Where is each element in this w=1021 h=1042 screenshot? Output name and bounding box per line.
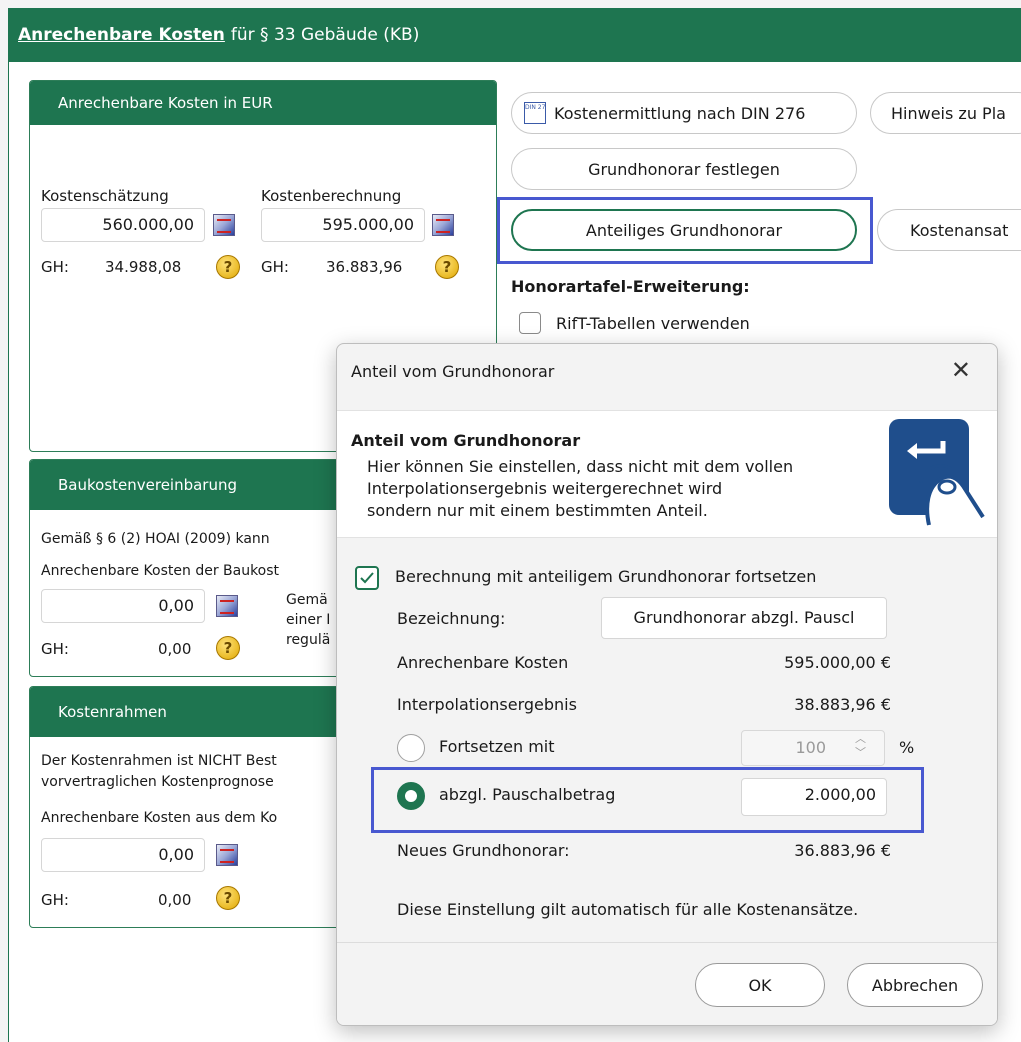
gh-value: 0,00: [158, 640, 192, 658]
spinner-icon[interactable]: ︿ ﹀: [855, 732, 866, 760]
enter-touch-icon: [889, 419, 985, 526]
rift-checkbox[interactable]: [519, 312, 541, 334]
continue-label: Berechnung mit anteiligem Grundhonorar f…: [395, 567, 817, 586]
calculator-icon[interactable]: [432, 214, 454, 236]
dialog-header-title: Anteil vom Grundhonorar: [351, 431, 581, 450]
agreement-note: einer I: [286, 612, 331, 628]
percent-unit: %: [899, 738, 915, 757]
help-icon[interactable]: ?: [216, 255, 240, 279]
set-base-fee-button[interactable]: Grundhonorar festlegen: [511, 148, 857, 190]
eligible-costs-value: 595.000,00 €: [784, 653, 891, 672]
gh-label: GH:: [261, 258, 289, 276]
gh-value: 0,00: [158, 891, 192, 909]
agreement-text: Gemäß § 6 (2) HOAI (2009) kann: [41, 531, 270, 547]
dialog-header: Anteil vom Grundhonorar Hier können Sie …: [337, 410, 997, 538]
calculator-icon[interactable]: [213, 214, 235, 236]
eligible-costs-label: Anrechenbare Kosten: [397, 653, 569, 672]
din276-icon: DIN 276: [524, 102, 546, 124]
dialog-header-text: sondern nur mit einem bestimmten Anteil.: [367, 501, 708, 520]
cost-items-button[interactable]: Kostenansat: [877, 209, 1021, 251]
help-icon[interactable]: ?: [435, 255, 459, 279]
help-icon[interactable]: ?: [216, 886, 240, 910]
estimate-label: Kostenschätzung: [41, 187, 169, 205]
frame-input[interactable]: 0,00: [41, 838, 205, 872]
calculation-input[interactable]: 595.000,00: [261, 208, 425, 242]
agreement-note: Gemä: [286, 592, 328, 608]
din276-button[interactable]: DIN 276 Kostenermittlung nach DIN 276: [511, 92, 857, 134]
costs-panel-heading: Anrechenbare Kosten in EUR: [30, 81, 496, 125]
frame-text: Der Kostenrahmen ist NICHT Best: [41, 753, 277, 769]
title-text: für § 33 Gebäude (KB): [230, 25, 420, 45]
designation-label: Bezeichnung:: [397, 609, 506, 628]
frame-text: vorvertraglichen Kostenprognose: [41, 774, 274, 790]
highlight-box: [497, 197, 873, 264]
title-bar: Anrechenbare Kosten für § 33 Gebäude (KB…: [8, 8, 1021, 62]
estimate-input[interactable]: 560.000,00: [41, 208, 205, 242]
cancel-button[interactable]: Abbrechen: [847, 963, 983, 1007]
gh-label: GH:: [41, 891, 69, 909]
hint-button[interactable]: Hinweis zu Pla: [870, 92, 1021, 134]
agreement-input[interactable]: 0,00: [41, 589, 205, 623]
dialog-header-text: Interpolationsergebnis weitergerechnet w…: [367, 479, 723, 498]
agreement-note: regulä: [286, 632, 331, 648]
din276-label: Kostenermittlung nach DIN 276: [554, 103, 806, 123]
highlight-box: [371, 767, 924, 833]
agreement-panel-heading: Baukostenvereinbarung: [30, 460, 348, 510]
dialog-footer: OK Abbrechen: [337, 942, 997, 1025]
partial-fee-dialog: Anteil vom Grundhonorar ✕ Anteil vom Gru…: [336, 343, 998, 1026]
ok-button[interactable]: OK: [695, 963, 825, 1007]
frame-text: Anrechenbare Kosten aus dem Ko: [41, 810, 278, 826]
continue-with-radio[interactable]: [397, 734, 425, 762]
continue-with-label: Fortsetzen mit: [439, 737, 555, 756]
help-icon[interactable]: ?: [216, 636, 240, 660]
gh-label: GH:: [41, 640, 69, 658]
dialog-header-text: Hier können Sie einstellen, dass nicht m…: [367, 457, 794, 476]
gh-label: GH:: [41, 258, 69, 276]
check-icon: [360, 572, 374, 584]
calculator-icon[interactable]: [216, 844, 238, 866]
note-text: Diese Einstellung gilt automatisch für a…: [397, 900, 859, 919]
new-fee-value: 36.883,96 €: [794, 841, 891, 860]
gh-value: 34.988,08: [105, 258, 182, 276]
dialog-title: Anteil vom Grundhonorar: [351, 362, 555, 381]
interpolation-label: Interpolationsergebnis: [397, 695, 577, 714]
interpolation-value: 38.883,96 €: [794, 695, 891, 714]
gh-value: 36.883,96: [326, 258, 403, 276]
agreement-text: Anrechenbare Kosten der Baukost: [41, 563, 280, 579]
title-link[interactable]: Anrechenbare Kosten: [18, 25, 225, 45]
calculation-label: Kostenberechnung: [261, 187, 402, 205]
rift-label: RifT-Tabellen verwenden: [556, 314, 750, 333]
designation-input[interactable]: Grundhonorar abzgl. Pauscl: [601, 597, 887, 639]
honorartafel-heading: Honorartafel-Erweiterung:: [511, 277, 750, 296]
close-icon[interactable]: ✕: [951, 356, 971, 384]
continue-checkbox[interactable]: [355, 566, 379, 590]
calculator-icon[interactable]: [216, 595, 238, 617]
frame-panel-heading: Kostenrahmen: [30, 687, 348, 737]
new-fee-label: Neues Grundhonorar:: [397, 841, 570, 860]
